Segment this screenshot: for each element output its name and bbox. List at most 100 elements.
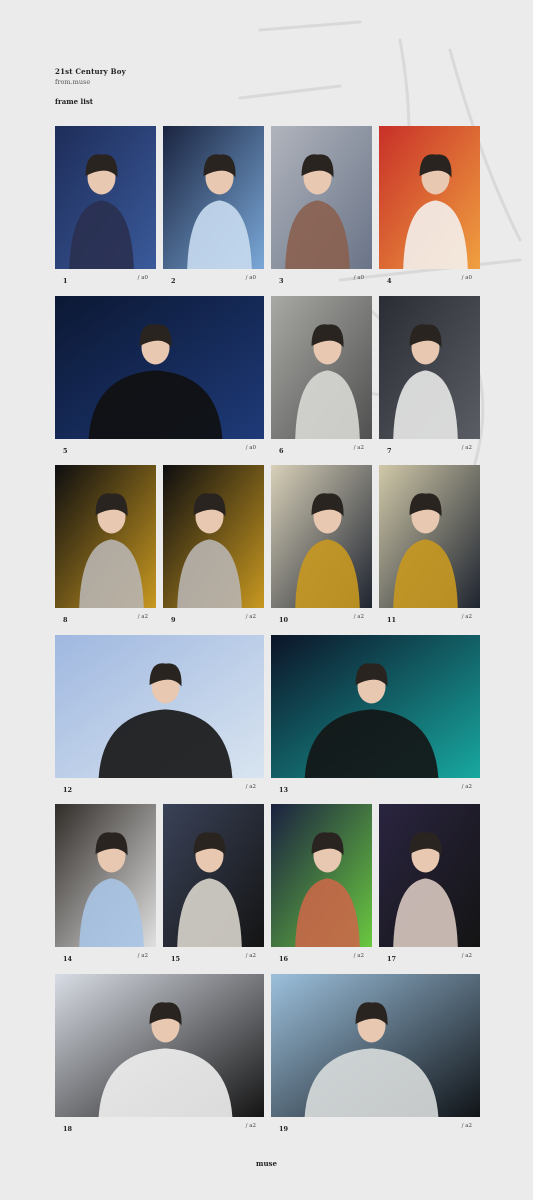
- frame-item: 12 / a2: [55, 635, 264, 796]
- footer-label: muse: [256, 1159, 277, 1168]
- frame-item: 16 / a2: [271, 804, 372, 965]
- frame-size: / a2: [461, 784, 472, 790]
- frame-photo: [55, 296, 264, 439]
- frame-number: 14: [63, 955, 73, 963]
- album-title: 21st Century Boy: [55, 67, 126, 76]
- photo-image: [379, 465, 480, 608]
- frame-photo: [271, 974, 480, 1117]
- frame-size: / a2: [461, 1123, 472, 1129]
- frame-item: 9 / a2: [163, 465, 264, 626]
- frame-item: 19 / a2: [271, 974, 480, 1135]
- frame-size: / a2: [353, 953, 364, 959]
- frame-size: / a0: [245, 445, 256, 451]
- frame-size: / a0: [245, 275, 256, 281]
- photo-image: [379, 296, 480, 439]
- frame-number: 17: [387, 955, 397, 963]
- frame-size: / a2: [137, 953, 148, 959]
- frame-item: 5 / a0: [55, 296, 264, 457]
- frame-item: 2 / a0: [163, 126, 264, 287]
- photo-image: [271, 296, 372, 439]
- frame-photo: [379, 465, 480, 608]
- photo-image: [163, 126, 264, 269]
- frame-size: / a2: [245, 614, 256, 620]
- photo-image: [271, 635, 480, 778]
- frame-photo: [163, 126, 264, 269]
- photo-image: [55, 126, 156, 269]
- frame-number: 9: [171, 616, 176, 624]
- frame-item: 18 / a2: [55, 974, 264, 1135]
- frame-photo: [379, 296, 480, 439]
- frame-number: 11: [387, 616, 397, 624]
- frame-number: 6: [279, 447, 284, 455]
- frame-size: / a2: [245, 953, 256, 959]
- frame-size: / a2: [353, 614, 364, 620]
- frame-size: / a2: [245, 784, 256, 790]
- photo-image: [271, 126, 372, 269]
- frame-photo: [379, 126, 480, 269]
- frame-photo: [55, 635, 264, 778]
- frame-item: 14 / a2: [55, 804, 156, 965]
- photo-image: [55, 465, 156, 608]
- frame-size: / a2: [461, 953, 472, 959]
- section-title: frame list: [55, 97, 94, 106]
- frame-item: 13 / a2: [271, 635, 480, 796]
- frame-item: 17 / a2: [379, 804, 480, 965]
- photo-image: [163, 804, 264, 947]
- frame-size: / a0: [461, 275, 472, 281]
- frame-item: 8 / a2: [55, 465, 156, 626]
- watermark-calligraphy: [238, 20, 522, 482]
- frame-photo: [55, 974, 264, 1117]
- frame-photo: [55, 126, 156, 269]
- frame-number: 16: [279, 955, 289, 963]
- frame-photo: [379, 804, 480, 947]
- frame-item: 4 / a0: [379, 126, 480, 287]
- frame-photo: [163, 804, 264, 947]
- frame-item: 1 / a0: [55, 126, 156, 287]
- frame-size: / a0: [353, 275, 364, 281]
- frame-number: 12: [63, 786, 73, 794]
- frame-size: / a2: [353, 445, 364, 451]
- photo-image: [55, 804, 156, 947]
- frame-item: 3 / a0: [271, 126, 372, 287]
- frame-item: 6 / a2: [271, 296, 372, 457]
- frame-photo: [55, 465, 156, 608]
- frame-photo: [271, 126, 372, 269]
- photo-image: [271, 465, 372, 608]
- frame-item: 11 / a2: [379, 465, 480, 626]
- photo-image: [271, 974, 480, 1117]
- frame-number: 8: [63, 616, 68, 624]
- frame-item: 15 / a2: [163, 804, 264, 965]
- frame-number: 2: [171, 277, 176, 285]
- frame-number: 19: [279, 1125, 289, 1133]
- frame-photo: [55, 804, 156, 947]
- photo-image: [271, 804, 372, 947]
- frame-number: 5: [63, 447, 68, 455]
- frame-size: / a2: [461, 445, 472, 451]
- frame-number: 1: [63, 277, 68, 285]
- frame-number: 15: [171, 955, 181, 963]
- photo-image: [379, 126, 480, 269]
- frame-photo: [271, 635, 480, 778]
- frame-item: 10 / a2: [271, 465, 372, 626]
- frame-number: 4: [387, 277, 392, 285]
- header: 21st Century Boy from.muse: [55, 67, 126, 86]
- photo-image: [55, 974, 264, 1117]
- photo-image: [379, 804, 480, 947]
- frame-size: / a2: [137, 614, 148, 620]
- frame-photo: [271, 296, 372, 439]
- frame-item: 7 / a2: [379, 296, 480, 457]
- frame-photo: [163, 465, 264, 608]
- photo-image: [163, 465, 264, 608]
- frame-photo: [271, 804, 372, 947]
- frame-number: 7: [387, 447, 392, 455]
- photo-image: [55, 296, 264, 439]
- frame-number: 13: [279, 786, 289, 794]
- frame-photo: [271, 465, 372, 608]
- frame-size: / a2: [461, 614, 472, 620]
- photo-image: [55, 635, 264, 778]
- frame-number: 10: [279, 616, 289, 624]
- frame-size: / a0: [137, 275, 148, 281]
- frame-number: 18: [63, 1125, 73, 1133]
- frame-number: 3: [279, 277, 284, 285]
- album-credit: from.muse: [55, 78, 91, 86]
